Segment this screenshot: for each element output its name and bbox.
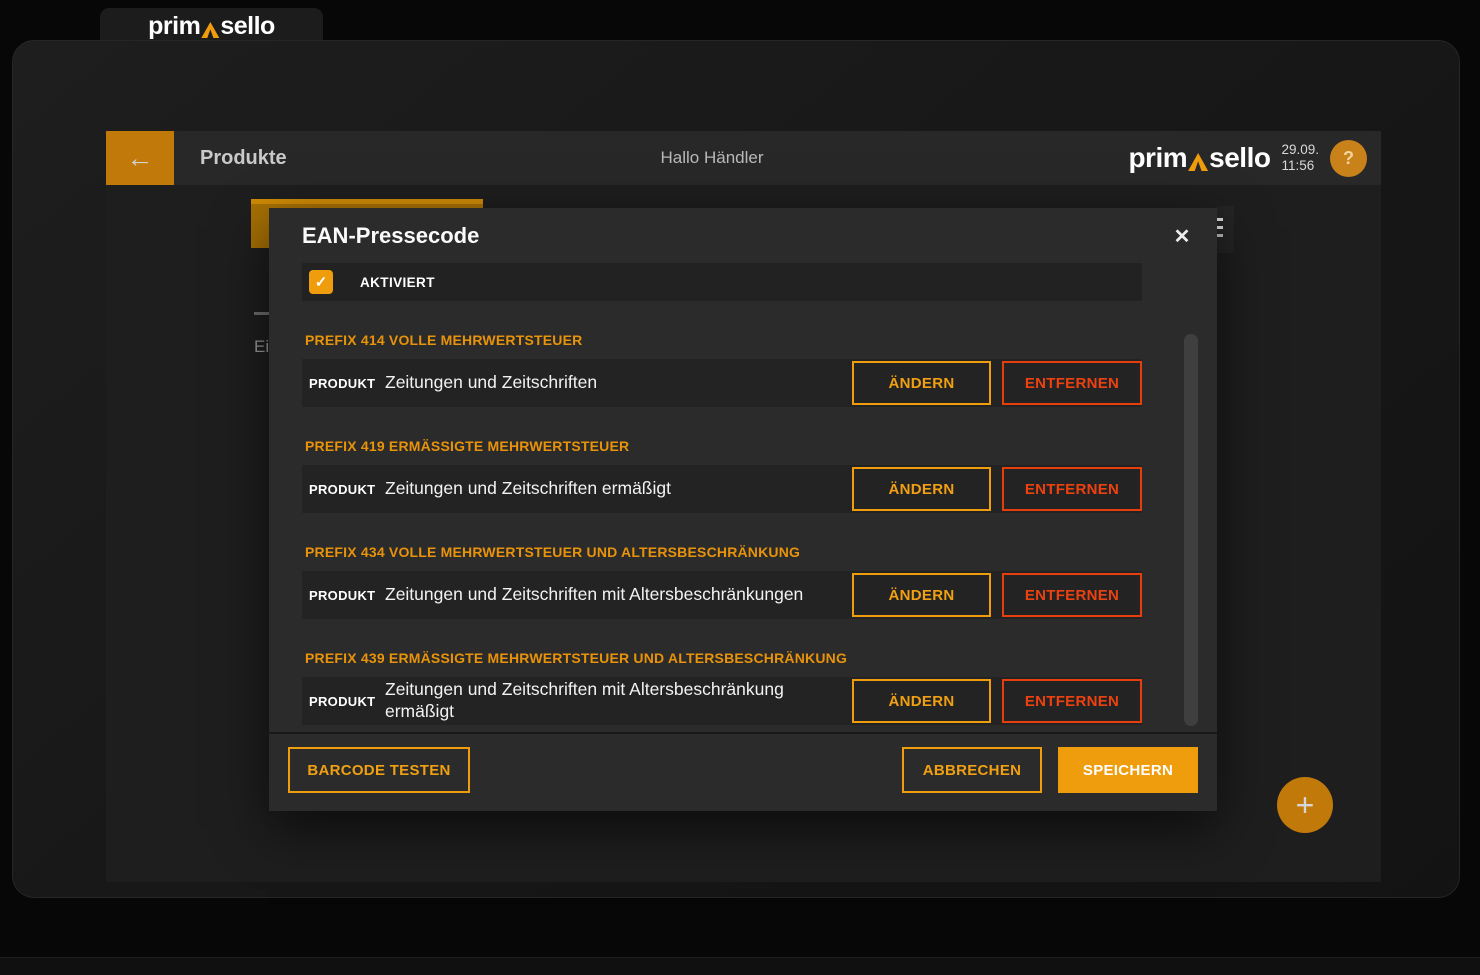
prefix-439-label: PREFIX 439 ERMÄSSIGTE MEHRWERTSTEUER UND… [305,650,847,666]
help-button[interactable]: ? [1330,140,1367,177]
produkt-key: PRODUKT [309,588,377,603]
speichern-button[interactable]: SPEICHERN [1058,747,1198,793]
background-text-fragment [1217,206,1234,253]
question-mark-icon: ? [1343,148,1354,169]
primasello-logo: prim sello [1128,144,1270,172]
produkt-key: PRODUKT [309,376,377,391]
produkt-value: Zeitungen und Zeitschriften mit Altersbe… [385,584,803,606]
logo-text-pre: prim [148,14,200,39]
close-button[interactable]: ✕ [1167,221,1197,251]
check-icon: ✓ [315,273,328,291]
logo-text-post: sello [220,14,274,39]
logo-triangle-icon [201,22,219,38]
prefix-434-label: PREFIX 434 VOLLE MEHRWERTSTEUER UND ALTE… [305,544,800,560]
page-title: Produkte [200,147,287,170]
close-icon: ✕ [1174,224,1191,249]
plus-icon: + [1296,787,1315,824]
modal-footer-divider [269,732,1217,734]
app-header: ← Produkte Hallo Händler prim sello 29.0… [106,131,1381,185]
aendern-button-434[interactable]: ÄNDERN [852,573,991,617]
aktiviert-checkbox[interactable]: ✓ [309,270,333,294]
modal-title: EAN-Pressecode [302,223,479,249]
modal-scrollbar[interactable] [1184,334,1198,726]
back-button[interactable]: ← [106,131,174,185]
prefix-414-label: PREFIX 414 VOLLE MEHRWERTSTEUER [305,332,582,348]
entfernen-button-434[interactable]: ENTFERNEN [1002,573,1142,617]
app-window: ← Produkte Hallo Händler prim sello 29.0… [12,40,1460,898]
produkt-key: PRODUKT [309,482,377,497]
barcode-testen-button[interactable]: BARCODE TESTEN [288,747,470,793]
back-arrow-icon: ← [127,143,154,174]
abbrechen-button[interactable]: ABBRECHEN [902,747,1042,793]
header-right: prim sello 29.09. 11:56 ? [1128,131,1367,185]
aendern-button-414[interactable]: ÄNDERN [852,361,991,405]
produkt-key: PRODUKT [309,694,377,709]
screen: prim sello ← Produkte Hallo Händler prim… [0,0,1480,975]
aendern-button-439[interactable]: ÄNDERN [852,679,991,723]
greeting-text: Hallo Händler [597,148,827,168]
logo-text-post: sello [1209,144,1270,172]
produkt-value: Zeitungen und Zeitschriften mit Altersbe… [385,679,825,723]
prefix-419-label: PREFIX 419 ERMÄSSIGTE MEHRWERTSTEUER [305,438,629,454]
time-text: 11:56 [1281,158,1319,174]
logo-triangle-icon [1188,153,1208,171]
primasello-logo: prim sello [148,14,275,39]
aendern-button-419[interactable]: ÄNDERN [852,467,991,511]
produkt-value: Zeitungen und Zeitschriften [385,372,597,394]
bottom-strip [0,957,1480,975]
aktiviert-row: ✓ AKTIVIERT [302,263,1142,301]
background-partial-text: Ei [254,337,269,357]
datetime: 29.09. 11:56 [1281,142,1319,174]
logo-text-pre: prim [1128,144,1187,172]
entfernen-button-414[interactable]: ENTFERNEN [1002,361,1142,405]
entfernen-button-439[interactable]: ENTFERNEN [1002,679,1142,723]
aktiviert-label: AKTIVIERT [360,275,435,290]
entfernen-button-419[interactable]: ENTFERNEN [1002,467,1142,511]
ean-pressecode-modal: EAN-Pressecode ✕ ✓ AKTIVIERT PREFIX 414 … [269,208,1217,811]
date-text: 29.09. [1281,142,1319,158]
add-button[interactable]: + [1277,777,1333,833]
produkt-value: Zeitungen und Zeitschriften ermäßigt [385,478,671,500]
background-divider [254,312,270,315]
